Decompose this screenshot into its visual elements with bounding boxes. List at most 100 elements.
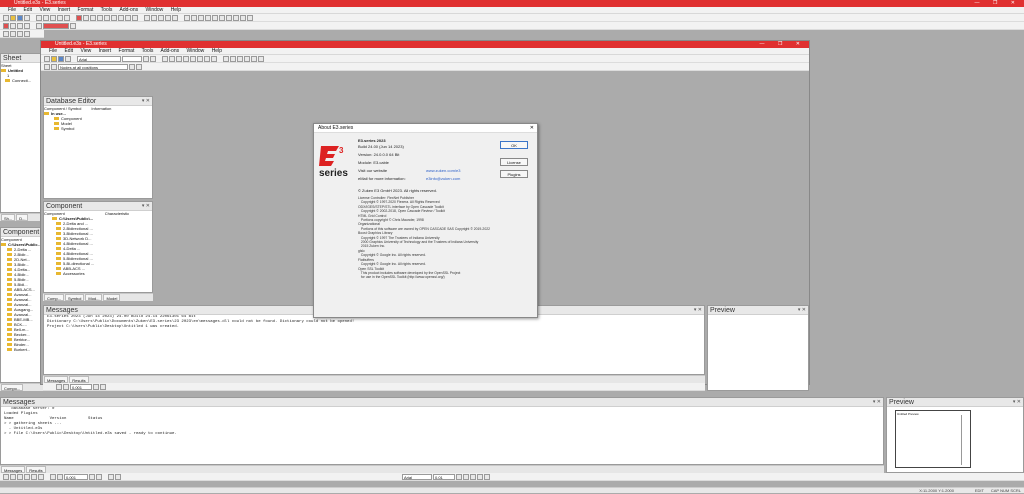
preview-inner-close-icon[interactable]: ▾ ✕ <box>798 306 806 315</box>
child-table-icon[interactable] <box>258 55 264 62</box>
menu-format[interactable]: Format <box>78 7 94 13</box>
preview-thumbnail[interactable]: Untitled Preview <box>895 410 971 468</box>
child-terminal-icon[interactable] <box>251 55 257 62</box>
tab-sheet[interactable]: Sh... <box>1 214 16 221</box>
bottom-layer-icon[interactable] <box>115 473 121 480</box>
about-website-link[interactable]: www.zuken.com/e3 <box>426 168 460 173</box>
pan-icon[interactable] <box>172 14 178 21</box>
zoom-fit-icon[interactable] <box>158 14 164 21</box>
tab-components[interactable]: Compo... <box>1 384 24 391</box>
messages-outer-close-icon[interactable]: ▾ ✕ <box>873 398 881 407</box>
paste-icon[interactable] <box>64 14 70 21</box>
child-print-icon[interactable] <box>65 55 71 62</box>
child-menu-format[interactable]: Format <box>119 48 135 54</box>
table-icon[interactable] <box>240 14 246 21</box>
child-text-icon[interactable] <box>169 55 175 62</box>
new-icon[interactable] <box>3 14 9 21</box>
menu-file[interactable]: File <box>8 7 16 13</box>
circle-icon[interactable] <box>132 14 138 21</box>
font-combo[interactable]: Arial <box>77 55 121 62</box>
report-icon[interactable] <box>247 14 253 21</box>
child-select-icon[interactable] <box>162 55 168 62</box>
child-new-icon[interactable] <box>44 55 50 62</box>
zoom-out-icon[interactable] <box>151 14 157 21</box>
bottom-font-combo[interactable]: Arial <box>402 473 432 480</box>
bottom-poly-icon[interactable] <box>31 473 37 480</box>
cut-icon[interactable] <box>50 14 56 21</box>
child-menu-tools[interactable]: Tools <box>142 48 154 54</box>
bottom-size-combo[interactable]: 0.01 <box>433 473 455 480</box>
child-save-icon[interactable] <box>58 55 64 62</box>
child-menu-edit[interactable]: Edit <box>64 48 73 54</box>
tab-messages-outer[interactable]: Messages <box>1 466 26 473</box>
bottom-rect-icon[interactable] <box>10 473 16 480</box>
terminal-icon[interactable] <box>219 14 225 21</box>
bottom-bold-icon[interactable] <box>456 473 462 480</box>
menu-tools[interactable]: Tools <box>101 7 113 13</box>
tree-icon[interactable] <box>10 30 16 37</box>
tab-results-inner[interactable]: Results <box>69 376 89 383</box>
bottom-select-icon[interactable] <box>3 473 9 480</box>
messages-inner-close-icon[interactable]: ▾ ✕ <box>694 306 702 315</box>
rect-icon[interactable] <box>125 14 131 21</box>
window-controls[interactable]: — ❐ ✕ <box>975 0 1021 7</box>
device-icon[interactable] <box>184 14 190 21</box>
line-icon[interactable] <box>118 14 124 21</box>
shield-icon[interactable] <box>226 14 232 21</box>
child-filter-icon[interactable] <box>51 63 57 70</box>
find-icon[interactable] <box>83 14 89 21</box>
select-icon[interactable] <box>104 14 110 21</box>
bottom-pen-icon[interactable] <box>50 473 56 480</box>
width-icon[interactable] <box>36 22 42 29</box>
bus-icon[interactable] <box>212 14 218 21</box>
style-icon[interactable] <box>70 22 76 29</box>
child-device-icon[interactable] <box>223 55 229 62</box>
child-line-icon[interactable] <box>176 55 182 62</box>
child-circle-icon[interactable] <box>190 55 196 62</box>
bottom-hatch-icon[interactable] <box>108 473 114 480</box>
bottom-arc-icon[interactable] <box>24 473 30 480</box>
snap-icon[interactable] <box>97 14 103 21</box>
menu-window[interactable]: Window <box>146 7 164 13</box>
child-menu-addons[interactable]: Add-ons <box>160 48 179 54</box>
about-close-icon[interactable]: ✕ <box>530 124 534 133</box>
inner-fill-icon[interactable] <box>100 383 106 390</box>
connector-icon[interactable] <box>191 14 197 21</box>
menu-help[interactable]: Help <box>171 7 181 13</box>
child-zoom-out-icon[interactable] <box>204 55 210 62</box>
db-item-symbol[interactable]: Symbol <box>44 126 152 131</box>
zoom-window-icon[interactable] <box>165 14 171 21</box>
copy-icon[interactable] <box>57 14 63 21</box>
tab-comp[interactable]: Comp... <box>44 294 65 301</box>
child-menu-file[interactable]: File <box>49 48 57 54</box>
component-inner-item[interactable]: Accessories <box>44 271 152 276</box>
menu-addons[interactable]: Add-ons <box>119 7 138 13</box>
text-icon[interactable] <box>111 14 117 21</box>
grid-icon[interactable] <box>90 14 96 21</box>
component-outer-item[interactable]: Burkert... <box>1 347 43 352</box>
component-close-icon[interactable]: ▾ ✕ <box>142 202 150 211</box>
sheet-icon[interactable] <box>3 30 9 37</box>
inner-arrow-icon[interactable] <box>93 383 99 390</box>
list-icon[interactable] <box>17 30 23 37</box>
align-icon[interactable] <box>10 22 16 29</box>
panel-close-icon[interactable]: ▾ ✕ <box>142 97 150 106</box>
child-mirror-icon[interactable] <box>136 63 142 70</box>
size-combo[interactable] <box>122 55 142 62</box>
bottom-color-icon[interactable] <box>484 473 490 480</box>
menu-view[interactable]: View <box>39 7 50 13</box>
preview-outer-close-icon[interactable]: ▾ ✕ <box>1013 398 1021 407</box>
tree-item-connect[interactable]: Connecti... <box>1 78 43 83</box>
undo-icon[interactable] <box>36 14 42 21</box>
child-layer-icon[interactable] <box>44 63 50 70</box>
rotate-icon[interactable] <box>24 22 30 29</box>
bottom-fill-icon[interactable] <box>96 473 102 480</box>
tab-symbol[interactable]: Symbol <box>65 294 85 301</box>
filter-combo[interactable]: Nodes at all positions <box>58 63 128 70</box>
save-icon[interactable] <box>17 14 23 21</box>
child-menu-window[interactable]: Window <box>187 48 205 54</box>
bottom-circle-icon[interactable] <box>17 473 23 480</box>
child-wire-icon[interactable] <box>230 55 236 62</box>
tab-db[interactable]: D... <box>16 214 29 221</box>
menu-insert[interactable]: Insert <box>58 7 71 13</box>
